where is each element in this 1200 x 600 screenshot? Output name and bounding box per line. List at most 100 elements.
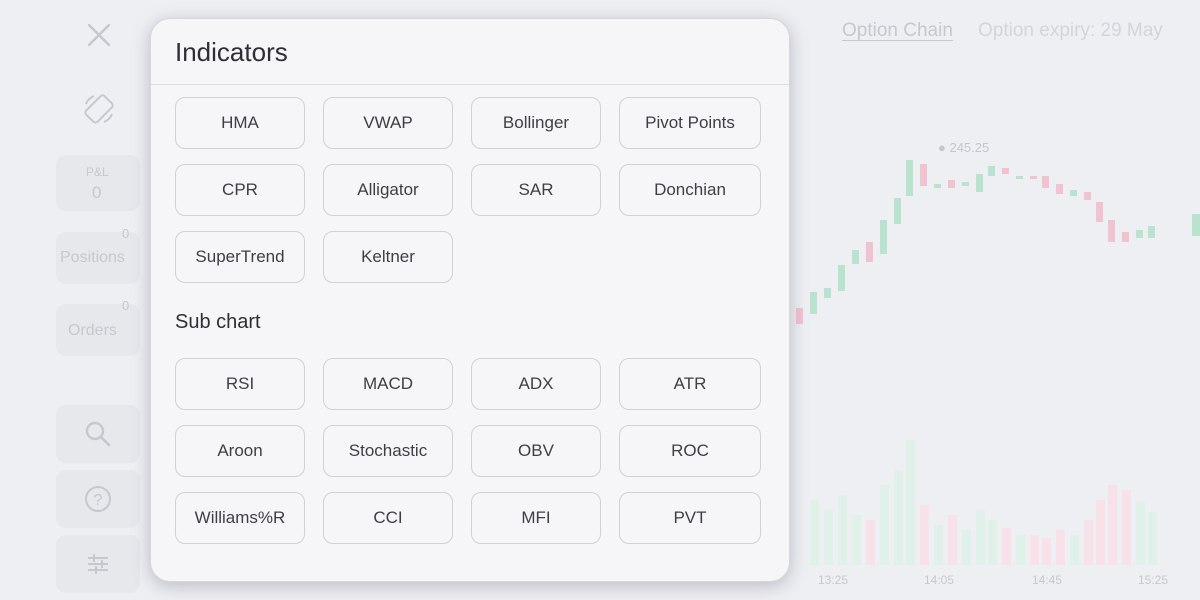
- volume-bar: [1016, 535, 1025, 565]
- subchart-macd-button[interactable]: MACD: [323, 358, 453, 410]
- rotate-screen-icon[interactable]: [82, 92, 116, 126]
- subchart-adx-button[interactable]: ADX: [471, 358, 601, 410]
- candle: [810, 292, 817, 314]
- candlestick-chart: [796, 160, 1200, 565]
- candle: [894, 198, 901, 224]
- candle: [852, 250, 859, 264]
- volume-bar: [1084, 520, 1093, 565]
- volume-bar: [1002, 528, 1011, 565]
- subchart-section-title: Sub chart: [175, 311, 261, 333]
- candle: [796, 308, 803, 324]
- indicator-alligator-button[interactable]: Alligator: [323, 164, 453, 216]
- candle: [1016, 176, 1023, 179]
- candle: [988, 166, 995, 176]
- candle: [976, 174, 983, 192]
- candle: [1136, 230, 1143, 238]
- subchart-pvt-button[interactable]: PVT: [619, 492, 761, 544]
- volume-bar: [810, 500, 819, 565]
- candle: [1056, 184, 1063, 194]
- positions-count: 0: [122, 226, 130, 241]
- candle: [1148, 226, 1155, 238]
- subchart-aroon-button[interactable]: Aroon: [175, 425, 305, 477]
- volume-bar: [824, 510, 833, 565]
- subchart-roc-button[interactable]: ROC: [619, 425, 761, 477]
- positions-label: Positions: [60, 249, 125, 266]
- orders-label: Orders: [68, 322, 117, 339]
- subchart-stochastic-button[interactable]: Stochastic: [323, 425, 453, 477]
- search-icon: [85, 421, 111, 447]
- time-label: 13:25: [818, 573, 849, 587]
- candle: [1042, 176, 1049, 188]
- indicator-bollinger-button[interactable]: Bollinger: [471, 97, 601, 149]
- volume-bar: [1056, 530, 1065, 565]
- volume-bar: [880, 485, 889, 565]
- volume-bar: [1136, 502, 1145, 565]
- time-label: 14:45: [1032, 573, 1063, 587]
- volume-bar: [934, 525, 943, 565]
- candle: [1192, 214, 1200, 236]
- indicator-vwap-button[interactable]: VWAP: [323, 97, 453, 149]
- candle: [920, 164, 927, 186]
- subchart-rsi-button[interactable]: RSI: [175, 358, 305, 410]
- svg-text:?: ?: [94, 492, 103, 509]
- indicator-hma-button[interactable]: HMA: [175, 97, 305, 149]
- volume-bar: [894, 470, 903, 565]
- candle: [1002, 168, 1009, 174]
- subchart-mfi-button[interactable]: MFI: [471, 492, 601, 544]
- volume-bar: [852, 515, 861, 565]
- volume-bar: [906, 440, 915, 565]
- pnl-value: 0: [92, 183, 102, 202]
- sliders-icon: [88, 554, 108, 574]
- volume-bar: [866, 520, 875, 565]
- volume-bar: [838, 495, 847, 565]
- option-chain-link[interactable]: Option Chain: [842, 20, 953, 42]
- modal-divider: [151, 84, 789, 85]
- volume-bar: [1030, 535, 1039, 565]
- candle: [1122, 232, 1129, 242]
- volume-bar: [1096, 500, 1105, 565]
- candle: [1096, 202, 1103, 222]
- volume-bar: [976, 510, 985, 565]
- volume-bar: [1042, 538, 1051, 565]
- time-label: 14:05: [924, 573, 955, 587]
- subchart-atr-button[interactable]: ATR: [619, 358, 761, 410]
- volume-bars: [810, 440, 1157, 565]
- volume-bar: [1148, 512, 1157, 565]
- candle: [824, 288, 831, 298]
- candle: [934, 184, 941, 188]
- subchart-williams-r-button[interactable]: Williams%R: [175, 492, 305, 544]
- candle: [866, 242, 873, 262]
- modal-title: Indicators: [175, 37, 288, 67]
- volume-bar: [962, 530, 971, 565]
- orders-count: 0: [122, 298, 130, 313]
- candle: [948, 180, 955, 188]
- option-expiry-label[interactable]: Option expiry: 29 May: [978, 20, 1163, 42]
- candle: [1070, 190, 1077, 196]
- indicator-sar-button[interactable]: SAR: [471, 164, 601, 216]
- volume-bar: [1122, 490, 1131, 565]
- volume-bar: [1108, 485, 1117, 565]
- time-label: 15:25: [1138, 573, 1169, 587]
- candle: [1108, 220, 1115, 242]
- volume-bar: [1070, 535, 1079, 565]
- candle: [1084, 192, 1091, 200]
- indicator-supertrend-button[interactable]: SuperTrend: [175, 231, 305, 283]
- pnl-label: P&L: [86, 165, 109, 179]
- volume-bar: [948, 515, 957, 565]
- candle: [838, 265, 845, 291]
- candles: [796, 160, 1200, 324]
- candle: [1030, 176, 1037, 179]
- indicator-cpr-button[interactable]: CPR: [175, 164, 305, 216]
- help-icon: ?: [85, 486, 111, 512]
- indicators-modal: Indicators HMA VWAP Bollinger Pivot Poin…: [150, 18, 790, 582]
- candle: [906, 160, 913, 196]
- indicator-pivot-points-button[interactable]: Pivot Points: [619, 97, 761, 149]
- subchart-cci-button[interactable]: CCI: [323, 492, 453, 544]
- indicator-keltner-button[interactable]: Keltner: [323, 231, 453, 283]
- indicator-donchian-button[interactable]: Donchian: [619, 164, 761, 216]
- subchart-obv-button[interactable]: OBV: [471, 425, 601, 477]
- candle: [880, 220, 887, 254]
- close-icon[interactable]: [86, 22, 112, 48]
- volume-bar: [920, 505, 929, 565]
- candle: [962, 182, 969, 186]
